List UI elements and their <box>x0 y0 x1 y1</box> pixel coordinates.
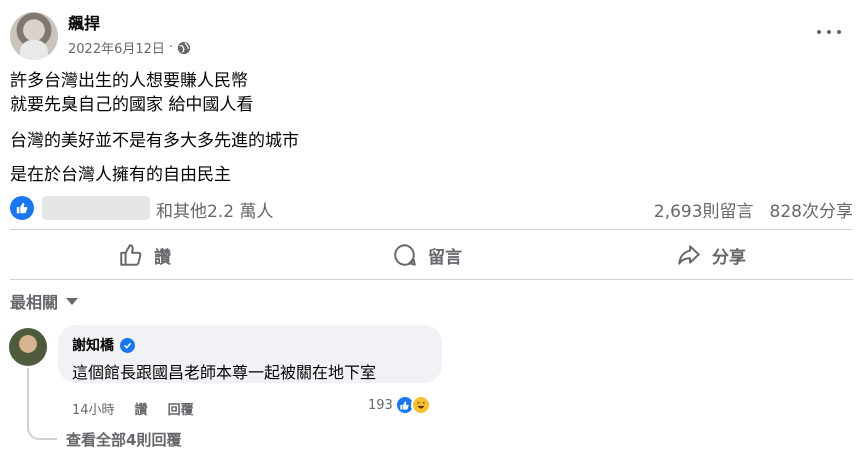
comment-reactions[interactable]: 193 <box>368 395 431 415</box>
post-text-line: 是在於台灣人擁有的自由民主 <box>10 165 231 185</box>
divider <box>10 279 853 280</box>
post-text-line: 就要先臭自己的國家 給中國人看 <box>10 95 254 115</box>
comment-bubble: 謝知橋 這個館長跟國昌老師本尊一起被關在地下室 <box>58 325 442 383</box>
comment-label: 留言 <box>428 247 462 268</box>
post-author-name[interactable]: 飆捍 <box>68 10 100 34</box>
author-avatar[interactable] <box>10 12 58 60</box>
view-replies-link[interactable]: 查看全部4則回覆 <box>66 429 181 450</box>
blurred-liker-names <box>42 196 150 220</box>
reaction-summary[interactable]: 和其他2.2 萬人 <box>156 197 273 222</box>
globe-icon <box>177 41 191 55</box>
like-label: 讚 <box>154 247 171 268</box>
share-label: 分享 <box>712 247 746 268</box>
comment-reply-button[interactable]: 回覆 <box>168 399 194 418</box>
post-text-line: 許多台灣出生的人想要賺人民幣 <box>10 71 248 91</box>
haha-reaction-icon <box>410 395 431 415</box>
divider <box>10 229 853 230</box>
more-options-icon[interactable] <box>817 22 841 42</box>
commenter-avatar[interactable] <box>9 328 47 366</box>
share-button[interactable]: 分享 <box>676 240 746 270</box>
post-date[interactable]: 2022年6月12日 <box>68 38 165 57</box>
post-meta: 2022年6月12日 · <box>68 38 191 57</box>
comment-like-button[interactable]: 讚 <box>135 399 148 418</box>
thumbs-up-icon <box>120 244 142 266</box>
verified-badge-icon <box>120 337 135 353</box>
comment-sort-label: 最相關 <box>10 293 59 312</box>
comment-reaction-count: 193 <box>368 397 393 413</box>
share-count[interactable]: 828次分享 <box>770 197 853 222</box>
comment-meta: 14小時 讚 回覆 <box>72 399 194 418</box>
like-button[interactable]: 讚 <box>118 240 171 270</box>
post-text-line: 台灣的美好並不是有多大多先進的城市 <box>10 131 299 151</box>
like-reaction-icon[interactable] <box>10 196 34 220</box>
commenter-name[interactable]: 謝知橋 <box>72 335 114 355</box>
comment-sort-dropdown[interactable]: 最相關 <box>10 289 79 313</box>
comment-bubble-icon <box>394 244 416 266</box>
share-arrow-icon <box>678 245 700 265</box>
comment-button[interactable]: 留言 <box>392 240 462 270</box>
comment-count[interactable]: 2,693則留言 <box>654 197 754 222</box>
comment-text: 這個館長跟國昌老師本尊一起被關在地下室 <box>72 363 377 382</box>
caret-down-icon <box>66 297 79 305</box>
reply-thread-line <box>27 368 57 440</box>
comment-time[interactable]: 14小時 <box>72 399 115 418</box>
separator-dot: · <box>168 40 174 55</box>
engagement-counts: 2,693則留言 828次分享 <box>654 197 853 222</box>
